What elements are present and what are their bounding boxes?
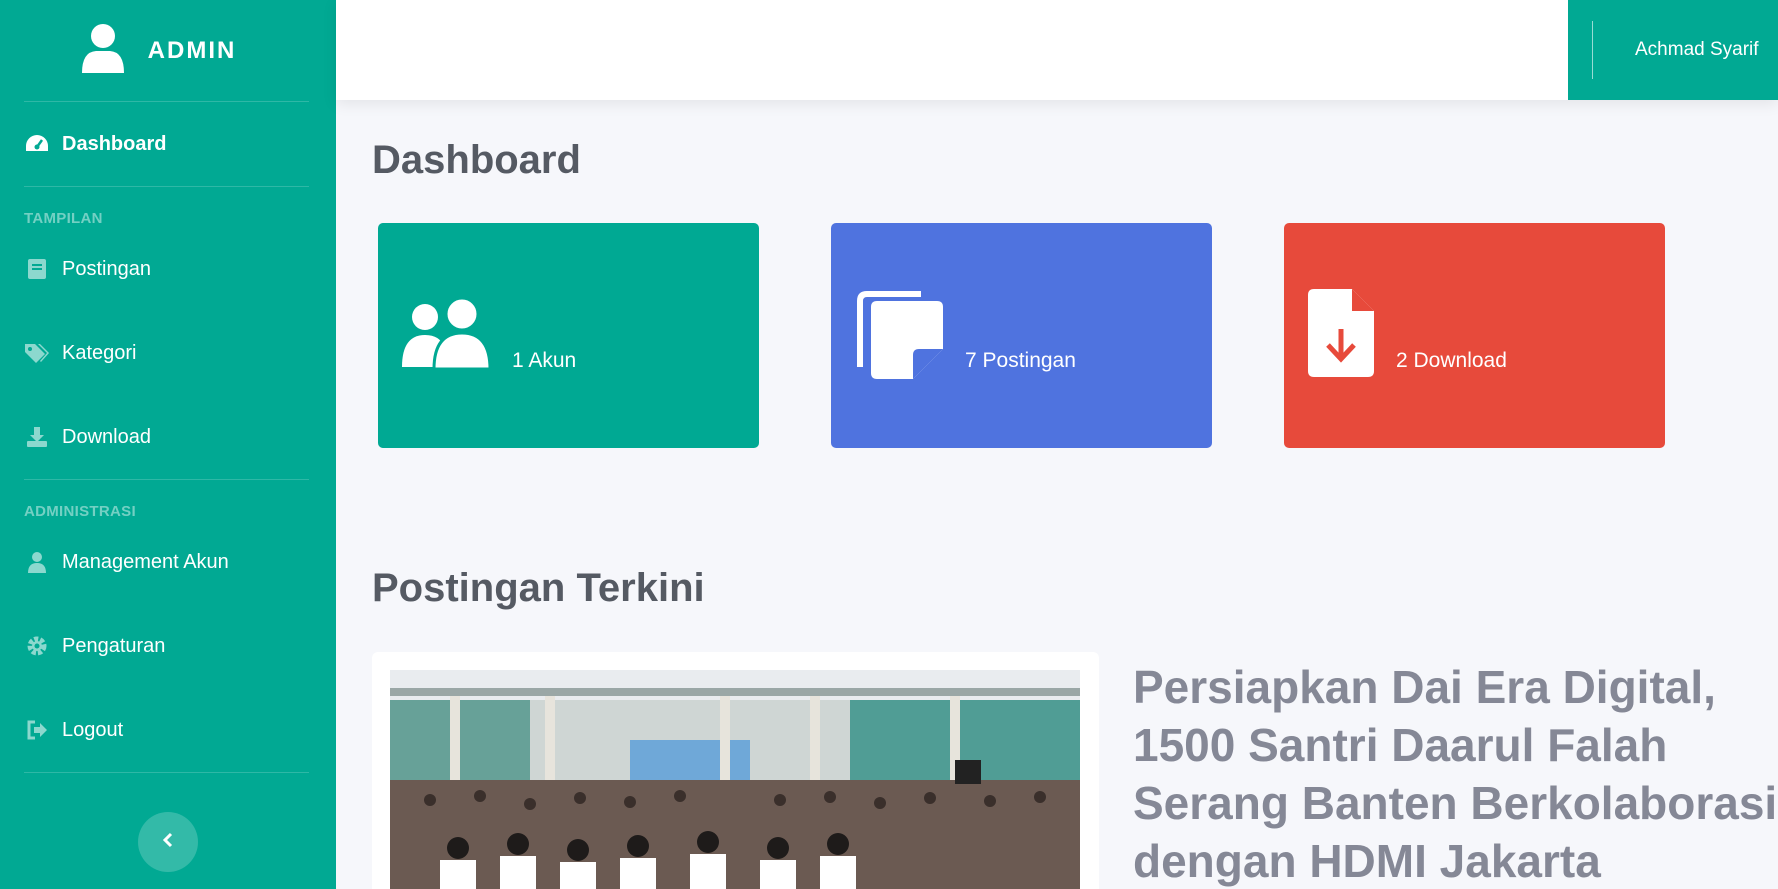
topbar-divider: [1592, 21, 1593, 79]
stat-card-download[interactable]: 2 Download: [1284, 223, 1665, 448]
post-title-line: Serang Banten Berkolaborasi: [1133, 777, 1778, 829]
sign-out-icon: [24, 717, 50, 743]
sidebar-item-label: Management Akun: [62, 550, 229, 573]
user-menu[interactable]: Achmad Syarif: [1568, 0, 1778, 100]
book-icon: [24, 256, 50, 282]
user-name: Achmad Syarif: [1635, 39, 1759, 60]
chevron-left-icon: [161, 832, 175, 853]
post-title-line: dengan HDMI Jakarta: [1133, 835, 1601, 887]
sidebar-item-label: Kategori: [62, 341, 137, 364]
user-brand-icon: [80, 23, 126, 78]
user-icon: [24, 549, 50, 575]
sidebar-item-logout[interactable]: Logout: [0, 688, 336, 772]
sidebar-toggle-button[interactable]: [138, 812, 198, 872]
sidebar-item-kategori[interactable]: Kategori: [0, 311, 336, 395]
brand-text: ADMIN: [147, 36, 237, 64]
stat-card-label: 1 Akun: [512, 348, 577, 372]
sidebar-item-label: Postingan: [62, 257, 151, 280]
post-title-line: 1500 Santri Daarul Falah: [1133, 719, 1668, 771]
sidebar-item-download[interactable]: Download: [0, 395, 336, 479]
sidebar: ADMIN Dashboard TAMPILAN Postingan Kateg…: [0, 0, 336, 889]
sidebar-heading-administrasi: ADMINISTRASI: [24, 503, 136, 520]
stat-card-label: 2 Download: [1396, 348, 1507, 372]
post-photo-illustration: [390, 670, 1080, 889]
file-download-icon: [1306, 287, 1376, 384]
sidebar-brand[interactable]: ADMIN: [0, 0, 336, 101]
page-title: Dashboard: [372, 138, 581, 182]
dashboard-gauge-icon: [24, 131, 50, 157]
post-thumbnail[interactable]: [390, 670, 1080, 889]
stat-card-postingan[interactable]: 7 Postingan: [831, 223, 1212, 448]
stat-card-label: 7 Postingan: [965, 348, 1076, 372]
stat-card-akun[interactable]: 1 Akun: [378, 223, 759, 448]
gear-icon: [24, 633, 50, 659]
section-title-recent-posts: Postingan Terkini: [372, 566, 705, 610]
recent-post-card[interactable]: [372, 652, 1099, 889]
sidebar-item-dashboard[interactable]: Dashboard: [0, 102, 336, 186]
sidebar-item-pengaturan[interactable]: Pengaturan: [0, 604, 336, 688]
sidebar-item-postingan[interactable]: Postingan: [0, 227, 336, 311]
sidebar-item-label: Pengaturan: [62, 634, 166, 657]
sidebar-heading-tampilan: TAMPILAN: [24, 210, 103, 227]
sidebar-item-label: Download: [62, 425, 151, 448]
sidebar-divider: [24, 772, 309, 773]
download-icon: [24, 424, 50, 450]
tags-icon: [24, 340, 50, 366]
users-icon: [400, 296, 492, 374]
sidebar-item-label: Dashboard: [62, 132, 167, 155]
topbar: Achmad Syarif: [336, 0, 1778, 100]
copy-icon: [853, 287, 945, 384]
sidebar-item-label: Logout: [62, 718, 124, 741]
sidebar-item-management-akun[interactable]: Management Akun: [0, 520, 336, 604]
post-title-line: Persiapkan Dai Era Digital,: [1133, 661, 1716, 713]
recent-post-title[interactable]: Persiapkan Dai Era Digital, 1500 Santri …: [1133, 658, 1778, 889]
